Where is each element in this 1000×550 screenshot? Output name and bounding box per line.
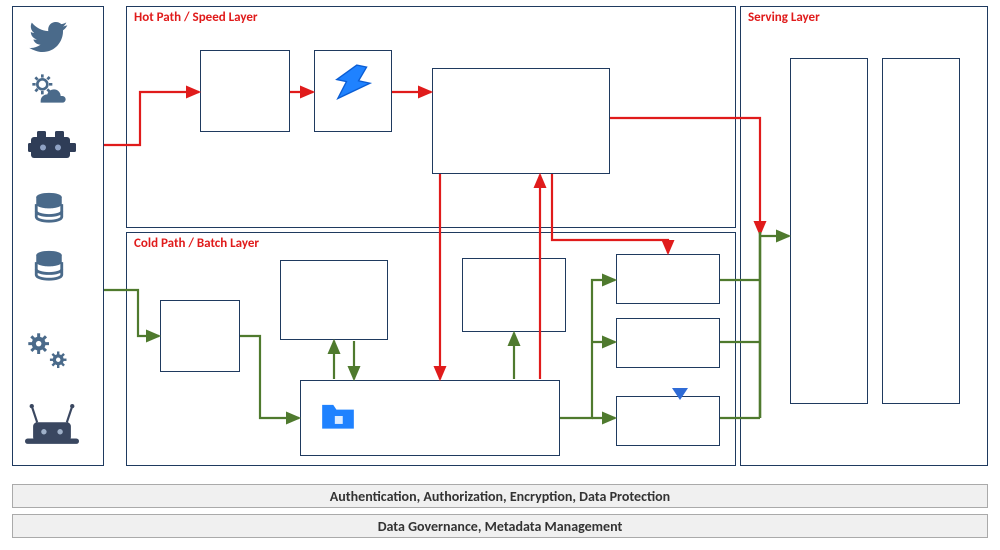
serving-title: Serving Layer bbox=[748, 10, 820, 25]
weather-icon bbox=[28, 70, 70, 112]
gears-icon bbox=[25, 330, 73, 378]
hot-ingest-box bbox=[200, 50, 290, 132]
engine-icon bbox=[26, 124, 78, 168]
azure-function-icon bbox=[332, 62, 374, 104]
triangle-icon bbox=[672, 388, 688, 400]
database-icon bbox=[28, 244, 70, 286]
hot-path-title: Hot Path / Speed Layer bbox=[134, 10, 258, 25]
twitter-icon bbox=[28, 16, 70, 58]
security-footer: Authentication, Authorization, Encryptio… bbox=[12, 484, 988, 508]
folder-icon bbox=[318, 398, 358, 434]
serving-box-a bbox=[790, 58, 868, 404]
cold-store-a-box bbox=[616, 254, 720, 304]
iot-device-icon bbox=[24, 400, 80, 450]
hot-analytics-box bbox=[432, 68, 610, 174]
cold-ingest-box bbox=[160, 300, 240, 372]
architecture-diagram: Hot Path / Speed Layer Cold Path / Batch… bbox=[0, 0, 1000, 550]
cold-store-b-box bbox=[616, 318, 720, 368]
cold-synapse-box bbox=[462, 258, 566, 332]
governance-footer: Data Governance, Metadata Management bbox=[12, 514, 988, 538]
database-icon bbox=[28, 186, 70, 228]
cold-store-c-box bbox=[616, 396, 720, 446]
serving-box-b bbox=[882, 58, 960, 404]
cold-process-box bbox=[280, 260, 388, 340]
cold-path-title: Cold Path / Batch Layer bbox=[134, 236, 259, 251]
